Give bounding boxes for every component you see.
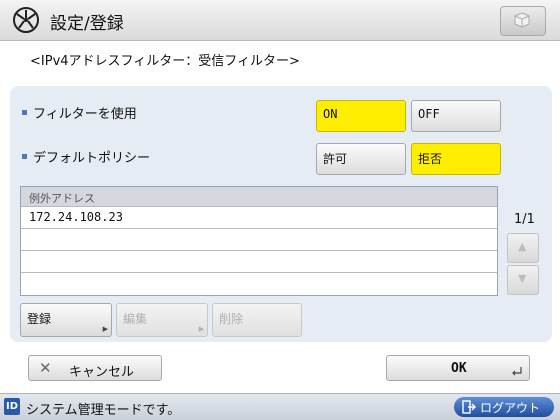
policy-deny-button[interactable]: 拒否	[411, 143, 501, 175]
ok-button[interactable]: OK	[386, 355, 530, 381]
bullet-icon	[22, 154, 27, 159]
box-button[interactable]	[500, 6, 546, 36]
box-icon	[514, 12, 530, 28]
filter-off-button[interactable]: OFF	[411, 100, 501, 132]
edit-label: 編集	[123, 312, 148, 326]
list-item[interactable]	[21, 273, 497, 295]
exception-address-list: 例外アドレス 172.24.108.23	[20, 186, 498, 296]
register-label: 登録	[27, 312, 52, 326]
close-icon: ✕	[39, 359, 52, 377]
scroll-down-button[interactable]: ▼	[507, 265, 539, 295]
logout-icon	[462, 400, 476, 414]
title-bar: 設定/登録	[0, 0, 560, 41]
ok-label: OK	[451, 361, 467, 376]
status-message: システム管理モードです。	[26, 403, 181, 418]
triangle-down-icon: ▼	[518, 272, 527, 285]
bullet-icon	[22, 110, 27, 115]
edit-button[interactable]: 編集 ▶	[116, 303, 208, 337]
default-policy-text: デフォルトポリシー	[33, 151, 151, 166]
triangle-up-icon: ▲	[518, 240, 527, 253]
filter-use-label: フィルターを使用	[22, 103, 137, 122]
status-bar: ID システム管理モードです。 ログアウト	[0, 393, 560, 420]
list-header: 例外アドレス	[21, 187, 497, 207]
delete-button[interactable]: 削除	[212, 303, 302, 337]
policy-allow-button[interactable]: 許可	[316, 143, 406, 175]
scroll-up-button[interactable]: ▲	[507, 233, 539, 263]
cancel-button[interactable]: ✕ キャンセル	[28, 355, 162, 381]
default-policy-label: デフォルトポリシー	[22, 147, 150, 166]
enter-icon	[512, 367, 522, 376]
page-title: 設定/登録	[50, 14, 124, 34]
logout-label: ログアウト	[480, 401, 541, 415]
filter-on-button[interactable]: ON	[316, 100, 406, 132]
register-button[interactable]: 登録 ▶	[20, 303, 112, 337]
submenu-arrow-icon: ▶	[102, 325, 108, 333]
cancel-label: キャンセル	[69, 365, 135, 380]
list-item[interactable]	[21, 251, 497, 273]
list-item[interactable]: 172.24.108.23	[21, 207, 497, 229]
settings-register-icon	[13, 7, 39, 33]
id-badge-icon: ID	[4, 398, 20, 415]
page-indicator: 1/1	[514, 212, 535, 227]
submenu-arrow-icon: ▶	[198, 325, 204, 333]
filter-use-text: フィルターを使用	[33, 107, 137, 122]
screen-subtitle: <IPv4アドレスフィルター：受信フィルター>	[30, 54, 300, 69]
list-item[interactable]	[21, 229, 497, 251]
logout-button[interactable]: ログアウト	[454, 397, 554, 417]
